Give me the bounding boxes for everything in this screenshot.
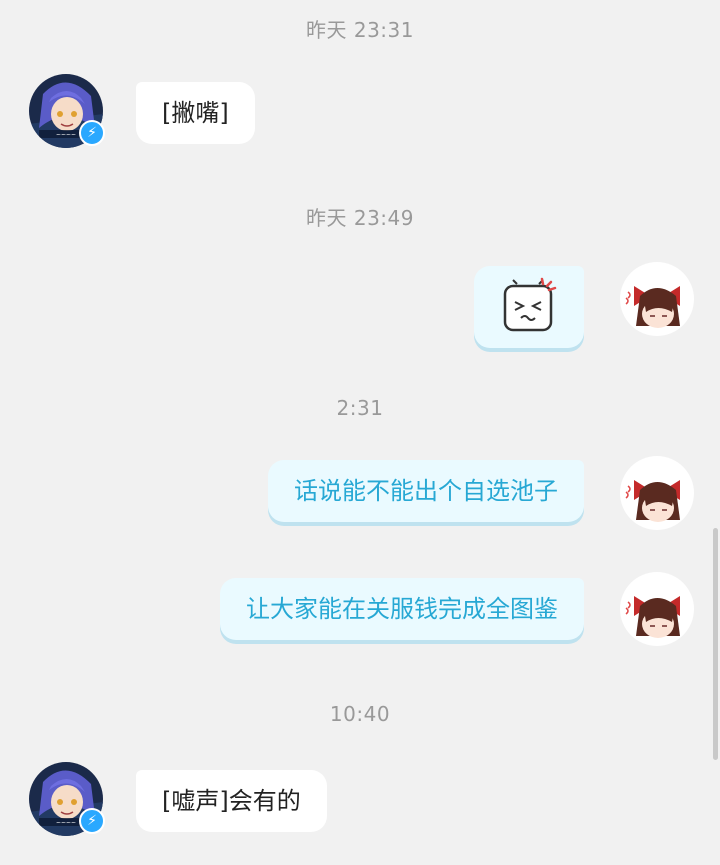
scrollbar[interactable] [713, 528, 718, 760]
message-timestamp: 10:40 [329, 702, 391, 726]
my-avatar[interactable] [620, 456, 694, 530]
message-bubble[interactable]: 让大家能在关服钱完成全图鉴 [220, 578, 584, 640]
my-avatar[interactable] [620, 262, 694, 336]
message-timestamp: 昨天 23:31 [306, 18, 414, 42]
message-bubble[interactable]: [撇嘴] [136, 82, 255, 144]
svg-text:~~~~: ~~~~ [56, 820, 76, 827]
message-timestamp: 昨天 23:49 [306, 206, 414, 230]
message-bubble[interactable]: [嘘声]会有的 [136, 770, 327, 832]
message-timestamp: 2:31 [336, 396, 384, 420]
anime-red-bow-avatar-icon [620, 572, 694, 646]
anime-red-bow-avatar-icon [620, 262, 694, 336]
chat-thread: 昨天 23:31 ~~~~ ⚡ [撇嘴] 昨天 23:49 2:31 话说能不能… [0, 0, 720, 865]
anime-red-bow-avatar-icon [620, 456, 694, 530]
tv-mascot-annoyed-icon [503, 277, 557, 332]
svg-text:~~~~: ~~~~ [56, 132, 76, 139]
contact-avatar[interactable]: ~~~~ ⚡ [29, 74, 105, 148]
lightning-icon: ⚡ [79, 808, 105, 834]
my-avatar[interactable] [620, 572, 694, 646]
lightning-icon: ⚡ [79, 120, 105, 146]
sticker-message[interactable] [474, 266, 584, 348]
contact-avatar[interactable]: ~~~~ ⚡ [29, 762, 105, 836]
message-bubble[interactable]: 话说能不能出个自选池子 [268, 460, 584, 522]
